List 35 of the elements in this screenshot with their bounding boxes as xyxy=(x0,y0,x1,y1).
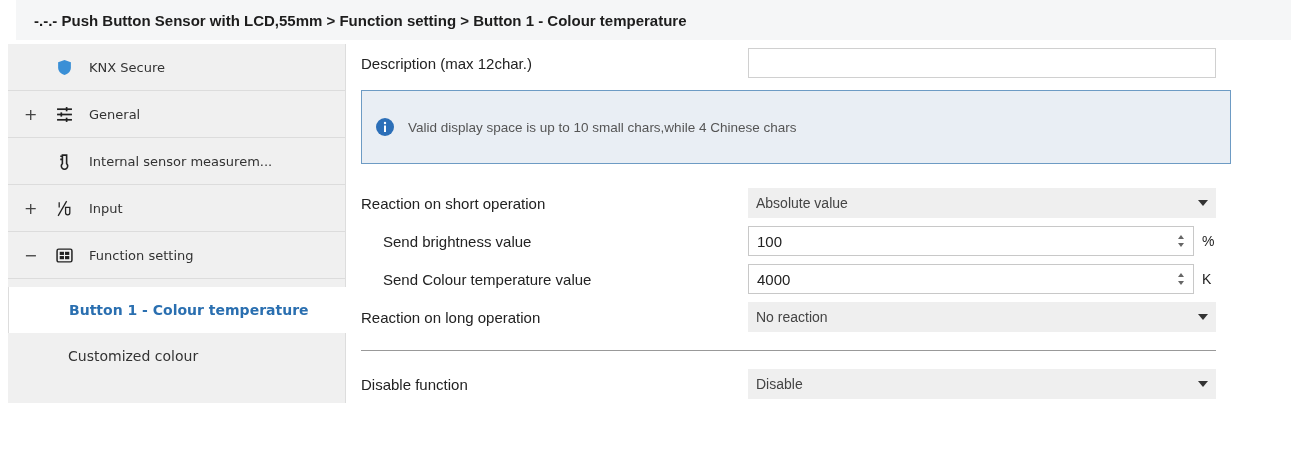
dropdown[interactable]: Disable xyxy=(748,369,1216,399)
number-field[interactable]: 100 xyxy=(748,226,1194,256)
description-field[interactable] xyxy=(748,48,1216,78)
sidebar-item[interactable]: Internal sensor measurem... xyxy=(8,138,345,185)
sidebar-item[interactable]: KNX Secure xyxy=(8,44,345,91)
number-field[interactable]: 4000 xyxy=(748,264,1194,294)
expander-toggle[interactable]: + xyxy=(24,198,46,218)
caret-icon xyxy=(1198,200,1208,206)
spinner-icon[interactable] xyxy=(1177,272,1185,286)
sidebar-item[interactable]: − Function setting xyxy=(8,232,345,279)
expander-toggle[interactable]: + xyxy=(24,104,46,124)
parameter-label: Description (max 12char.) xyxy=(361,54,533,72)
sidebar-item[interactable]: Button 1 - Colour temperature xyxy=(8,287,346,333)
caret-icon xyxy=(1198,314,1208,320)
info-text: Valid display space is up to 10 small chars,while 4 Chinese chars xyxy=(408,119,797,135)
parameter-label: Send brightness value xyxy=(382,232,533,250)
sliders-icon xyxy=(56,105,73,123)
shield-icon xyxy=(56,58,73,76)
sidebar-item[interactable]: + Input xyxy=(8,185,345,232)
caret-icon xyxy=(1198,381,1208,387)
info-icon xyxy=(376,118,394,136)
parameter-label: Reaction on long operation xyxy=(361,308,542,326)
unit-label: K xyxy=(1202,271,1212,287)
sidebar-item[interactable]: Customized colour xyxy=(8,333,345,379)
parameter-label: Reaction on short operation xyxy=(361,194,547,212)
parameter-label: Send Colour temperature value xyxy=(382,270,593,288)
spinner-icon[interactable] xyxy=(1177,234,1185,248)
parameter-label: Disable function xyxy=(361,375,469,393)
sidebar-item[interactable]: + General xyxy=(8,91,345,138)
dropdown[interactable]: No reaction xyxy=(748,302,1216,332)
expander-toggle[interactable]: − xyxy=(24,245,46,265)
grid-icon xyxy=(56,246,73,264)
unit-label: % xyxy=(1202,233,1215,249)
breadcrumb: -.-.- Push Button Sensor with LCD,55mm > Function setting > Button 1 - Colour temperature xyxy=(16,0,1291,40)
dropdown[interactable]: Absolute value xyxy=(748,188,1216,218)
